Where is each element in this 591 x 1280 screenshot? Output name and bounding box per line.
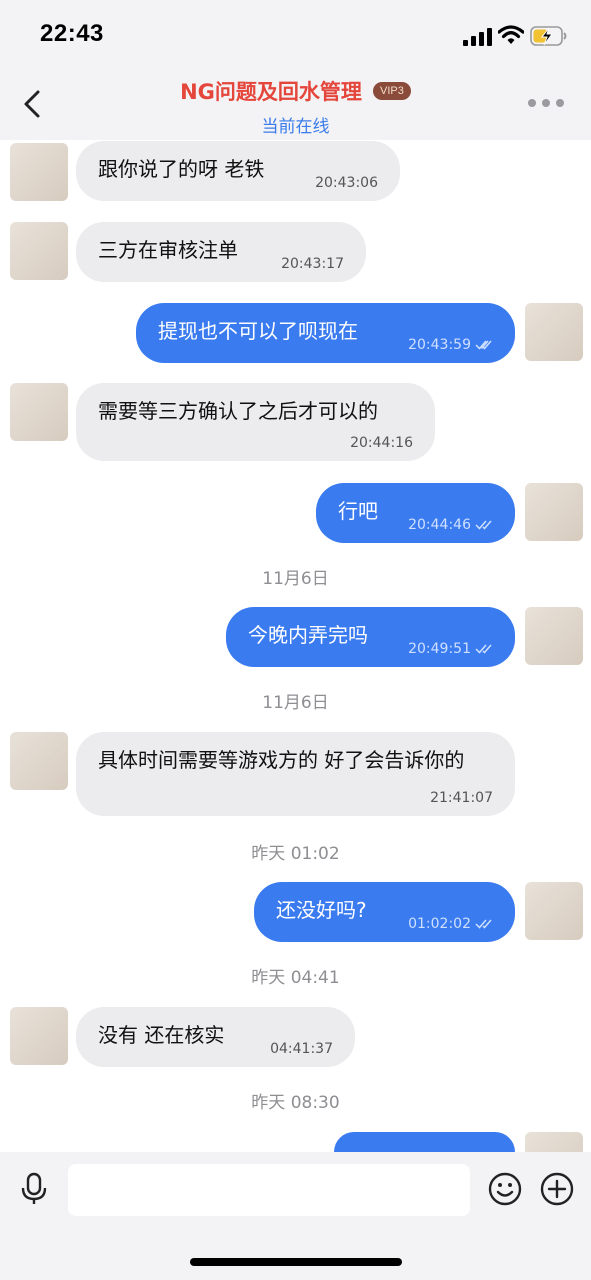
avatar[interactable] xyxy=(10,1007,68,1065)
message-text: 具体时间需要等游戏方的 好了会告诉你的 xyxy=(98,748,465,772)
message-time: 20:49:51 xyxy=(408,641,471,657)
message-text: 没有 还在核实 xyxy=(98,1023,225,1047)
message-time: 21:41:07 xyxy=(430,790,493,806)
status-bar: 22:43 xyxy=(0,0,591,70)
emoji-icon[interactable] xyxy=(488,1172,522,1206)
double-check-icon xyxy=(475,340,492,350)
message-meta: 20:44:46 xyxy=(408,516,493,534)
microphone-icon[interactable] xyxy=(18,1172,50,1206)
date-separator: 昨天 08:30 xyxy=(251,1093,340,1113)
message-meta: 01:02:02 xyxy=(408,915,493,933)
battery-charging-icon xyxy=(530,26,567,46)
message-bubble[interactable]: 提现也不可以了呗现在 20:43:59 xyxy=(136,303,515,363)
date-separator: 昨天 01:02 xyxy=(251,844,340,864)
composer-bar xyxy=(0,1152,591,1280)
message-bubble[interactable]: 今晚内弄完吗 20:49:51 xyxy=(226,607,515,667)
more-dots-icon[interactable] xyxy=(528,96,568,110)
message-text: 需要等三方确认了之后才可以的 xyxy=(98,399,378,423)
avatar[interactable] xyxy=(525,882,583,940)
message-bubble[interactable]: 没有 还在核实 04:41:37 xyxy=(76,1007,355,1067)
message-time: 01:02:02 xyxy=(408,916,471,932)
message-time: 20:43:59 xyxy=(408,337,471,353)
message-bubble[interactable]: 需要等三方确认了之后才可以的 20:44:16 xyxy=(76,383,435,461)
plus-icon[interactable] xyxy=(540,1172,574,1206)
avatar[interactable] xyxy=(525,303,583,361)
message-bubble[interactable]: 行吧 20:44:46 xyxy=(316,483,515,543)
avatar[interactable] xyxy=(525,607,583,665)
message-time: 20:44:16 xyxy=(350,435,413,451)
wifi-icon xyxy=(498,25,524,44)
message-text: 今晚内弄完吗 xyxy=(248,623,368,647)
double-check-icon xyxy=(475,919,492,929)
message-time: 20:44:46 xyxy=(408,517,471,533)
cellular-signal-icon xyxy=(463,28,493,46)
date-separator: 昨天 04:41 xyxy=(251,968,340,988)
message-text: 跟你说了的呀 老铁 xyxy=(98,157,265,181)
online-status: 当前在线 xyxy=(261,117,330,137)
avatar[interactable] xyxy=(10,383,68,441)
message-text: 还没好吗? xyxy=(276,898,367,922)
message-meta: 20:49:51 xyxy=(408,640,493,658)
message-text: 提现也不可以了呗现在 xyxy=(158,319,358,343)
home-indicator xyxy=(190,1258,402,1266)
message-bubble[interactable]: 还没好吗? 01:02:02 xyxy=(254,882,515,942)
avatar[interactable] xyxy=(10,222,68,280)
double-check-icon xyxy=(475,520,492,530)
chat-title: NG问题及回水管理 xyxy=(180,80,362,104)
message-time: 20:43:17 xyxy=(281,256,344,272)
message-bubble[interactable]: 三方在审核注单 20:43:17 xyxy=(76,222,366,282)
message-text: 行吧 xyxy=(338,499,378,523)
message-text: 三方在审核注单 xyxy=(98,238,238,262)
avatar[interactable] xyxy=(525,483,583,541)
double-check-icon xyxy=(475,644,492,654)
avatar[interactable] xyxy=(10,143,68,201)
status-time: 22:43 xyxy=(40,20,104,47)
date-separator: 11月6日 xyxy=(262,693,329,713)
title-row: NG问题及回水管理 VIP3 xyxy=(0,76,591,106)
avatar[interactable] xyxy=(10,732,68,790)
chat-header: NG问题及回水管理 VIP3 当前在线 xyxy=(0,70,591,140)
date-separator: 11月6日 xyxy=(262,569,329,589)
message-meta: 20:43:59 xyxy=(408,336,493,354)
message-time: 20:43:06 xyxy=(315,175,378,191)
vip-badge: VIP3 xyxy=(373,82,411,100)
message-bubble[interactable]: 具体时间需要等游戏方的 好了会告诉你的 21:41:07 xyxy=(76,732,515,816)
message-bubble[interactable]: 跟你说了的呀 老铁 20:43:06 xyxy=(76,141,400,201)
message-input[interactable] xyxy=(68,1164,470,1216)
message-time: 04:41:37 xyxy=(270,1041,333,1057)
